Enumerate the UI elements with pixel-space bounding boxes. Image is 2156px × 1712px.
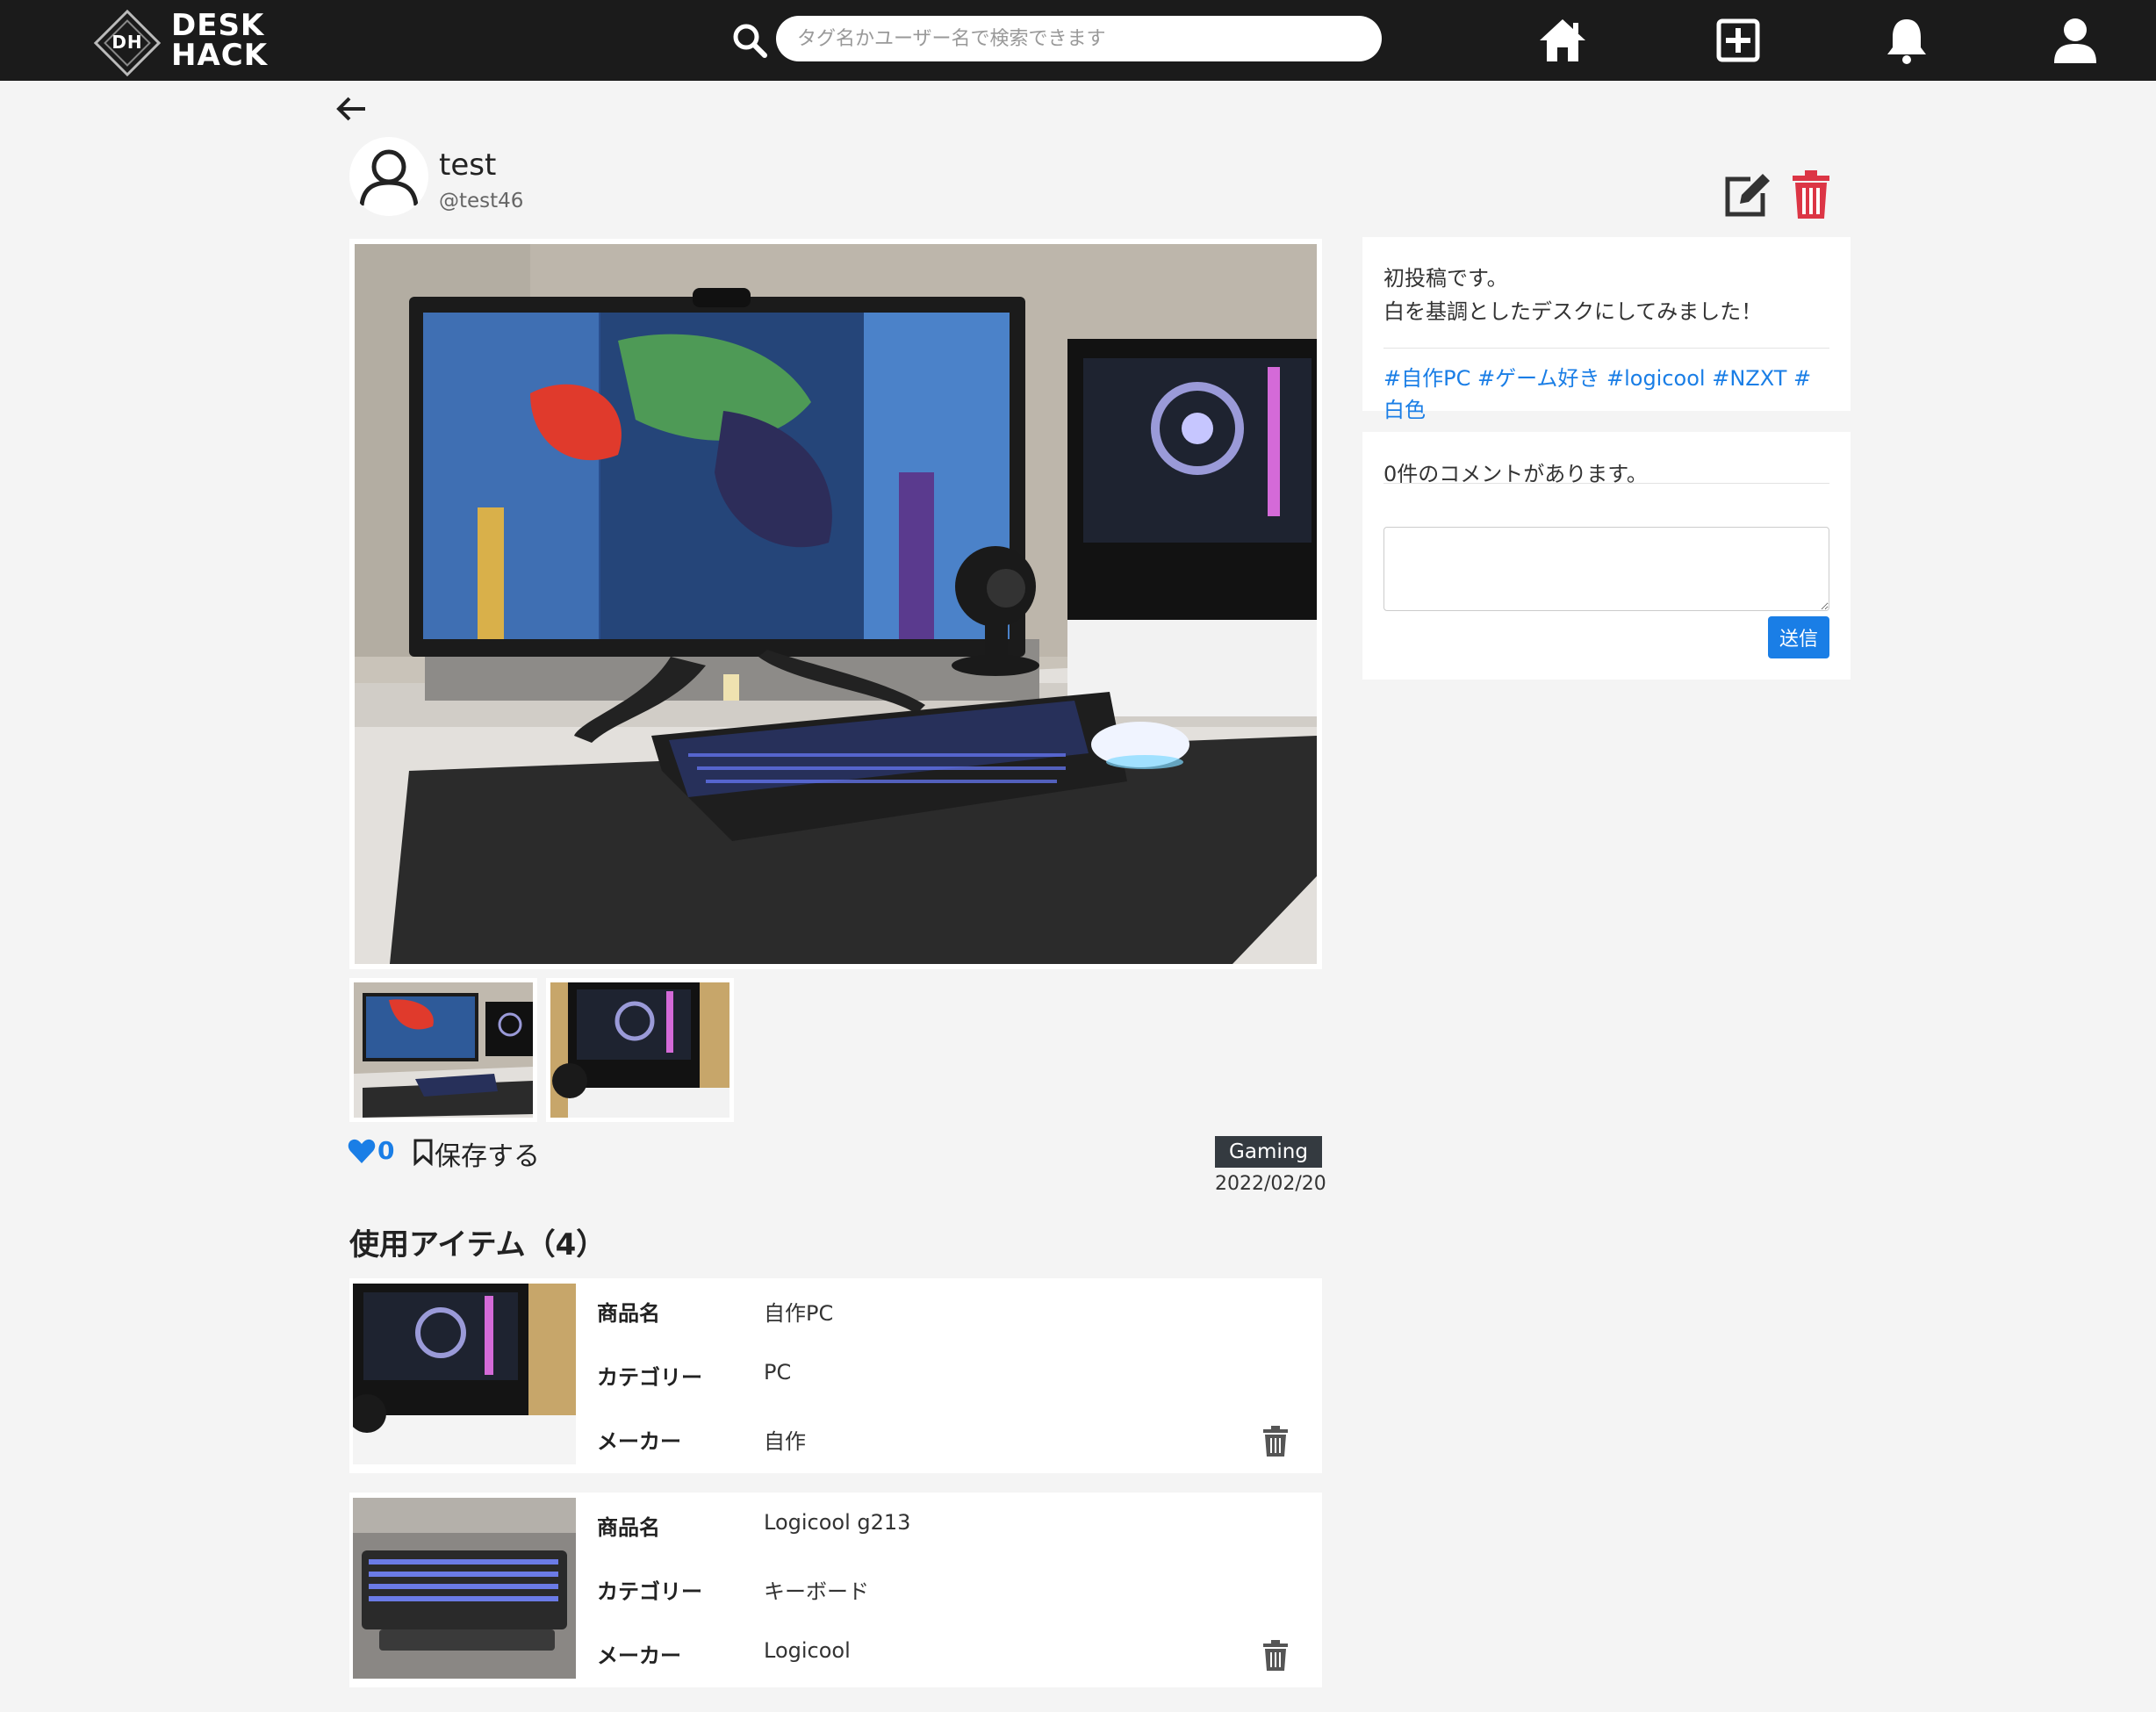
items-heading: 使用アイテム（4）: [349, 1227, 607, 1262]
search-icon[interactable]: [730, 21, 769, 60]
item-pc-image: [353, 1284, 576, 1464]
thumbnail-pc-image: [550, 982, 729, 1118]
bookmark-icon[interactable]: [413, 1138, 434, 1166]
item-photo: [353, 1284, 576, 1464]
comment-textarea[interactable]: [1383, 527, 1829, 611]
hashtag-links[interactable]: #自作PC #ゲーム好き #logicool #NZXT #白色: [1383, 363, 1829, 426]
home-icon[interactable]: [1536, 16, 1589, 65]
item-category-value: キーボード: [764, 1579, 869, 1604]
logo-text: DESK HACK: [171, 11, 268, 70]
like-heart-icon[interactable]: [348, 1138, 376, 1164]
like-count: 0: [377, 1136, 395, 1165]
logo-line1: DESK: [171, 8, 265, 43]
avatar[interactable]: [349, 137, 428, 216]
post-date: 2022/02/20: [1215, 1173, 1326, 1195]
thumbnail-desk-image: [354, 982, 533, 1118]
item-name-label: 商品名: [597, 1515, 660, 1540]
delete-post-icon[interactable]: [1791, 170, 1831, 219]
item-name-value: Logicool g213: [764, 1510, 911, 1535]
item-name-value: 自作PC: [764, 1301, 834, 1326]
back-arrow-icon[interactable]: [334, 91, 369, 126]
item-card[interactable]: 商品名 自作PC カテゴリー PC メーカー 自作: [349, 1278, 1322, 1473]
item-maker-value: 自作: [764, 1429, 806, 1454]
item-keyboard-image: [353, 1498, 576, 1679]
item-maker-label: メーカー: [597, 1644, 681, 1668]
item-category-value: PC: [764, 1360, 792, 1385]
item-maker-value: Logicool: [764, 1638, 851, 1663]
delete-item-icon[interactable]: [1262, 1426, 1289, 1457]
desk-setup-photo: [355, 244, 1317, 964]
comments-card: 0件のコメントがあります。 送信: [1362, 432, 1851, 680]
add-post-icon[interactable]: [1712, 16, 1764, 65]
logo-mark: DH: [111, 32, 143, 53]
logo-line2: HACK: [171, 38, 269, 73]
submit-comment-button[interactable]: 送信: [1768, 616, 1829, 658]
top-navbar: DH DESK HACK: [0, 0, 2156, 81]
divider: [1383, 483, 1829, 484]
save-button[interactable]: 保存する: [435, 1134, 540, 1173]
user-icon[interactable]: [2049, 16, 2102, 65]
main-post-photo[interactable]: [349, 239, 1322, 969]
desk-hack-logo[interactable]: DH DESK HACK: [93, 5, 267, 77]
photo-thumbnail[interactable]: [349, 978, 537, 1122]
post-user-handle: @test46: [439, 190, 524, 212]
photo-thumbnail[interactable]: [546, 978, 734, 1122]
search-input[interactable]: [776, 16, 1382, 61]
edit-icon[interactable]: [1721, 170, 1773, 219]
bell-icon[interactable]: [1880, 16, 1933, 65]
delete-item-icon[interactable]: [1262, 1640, 1289, 1672]
post-description-card: 初投稿です。 白を基調としたデスクにしてみました！ #自作PC #ゲーム好き #…: [1362, 237, 1851, 422]
description-line: 初投稿です。: [1383, 266, 1508, 291]
item-maker-label: メーカー: [597, 1429, 681, 1454]
item-name-label: 商品名: [597, 1301, 660, 1326]
item-category-label: カテゴリー: [597, 1365, 702, 1390]
post-username[interactable]: test: [439, 147, 496, 183]
category-badge[interactable]: Gaming: [1215, 1136, 1322, 1168]
item-category-label: カテゴリー: [597, 1579, 702, 1604]
item-photo: [353, 1498, 576, 1679]
description-line: 白を基調としたデスクにしてみました！: [1383, 299, 1763, 324]
divider: [1383, 348, 1829, 349]
item-card[interactable]: 商品名 Logicool g213 カテゴリー キーボード メーカー Logic…: [349, 1493, 1322, 1687]
